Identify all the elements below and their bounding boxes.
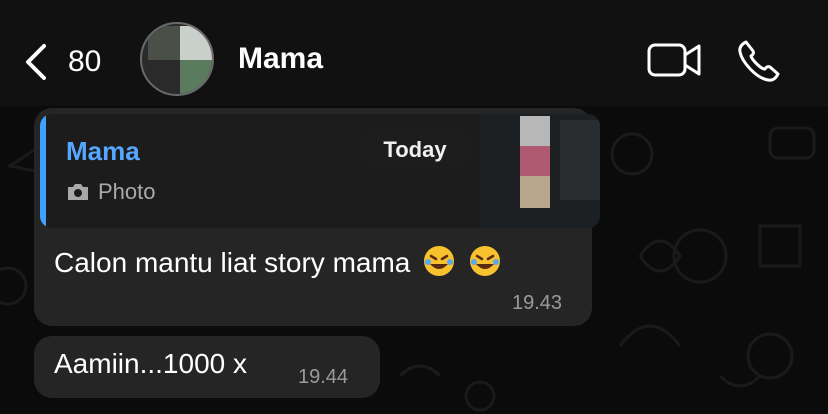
date-separator: Today — [360, 132, 470, 168]
reply-photo-thumbnail — [480, 114, 600, 228]
camera-icon — [68, 184, 88, 200]
reply-accent-bar — [40, 114, 46, 228]
chevron-left-icon — [26, 44, 46, 80]
quoted-reply[interactable]: Mama Photo — [40, 114, 600, 228]
phone-icon[interactable] — [736, 38, 782, 84]
message-timestamp: 19.43 — [512, 292, 563, 314]
reply-type-label: Photo — [98, 179, 156, 204]
reply-media-type: Photo — [66, 178, 156, 206]
contact-name[interactable]: Mama — [238, 42, 323, 76]
avatar[interactable] — [140, 22, 214, 96]
reply-sender: Mama — [66, 136, 140, 166]
video-call-icon[interactable] — [646, 40, 702, 80]
message-text: Calon mantu liat story mama — [54, 244, 502, 279]
chat-header: 80 Mama — [0, 0, 828, 106]
unread-count: 80 — [68, 45, 102, 78]
message-timestamp: 19.44 — [298, 366, 349, 388]
rolling-laughing-emoji-icon — [469, 246, 500, 276]
back-button[interactable]: 80 — [22, 40, 101, 84]
message-text: Aamiin...1000 x — [54, 348, 247, 379]
rolling-laughing-emoji-icon — [424, 246, 455, 276]
message-text-content: Calon mantu liat story mama — [54, 247, 411, 278]
